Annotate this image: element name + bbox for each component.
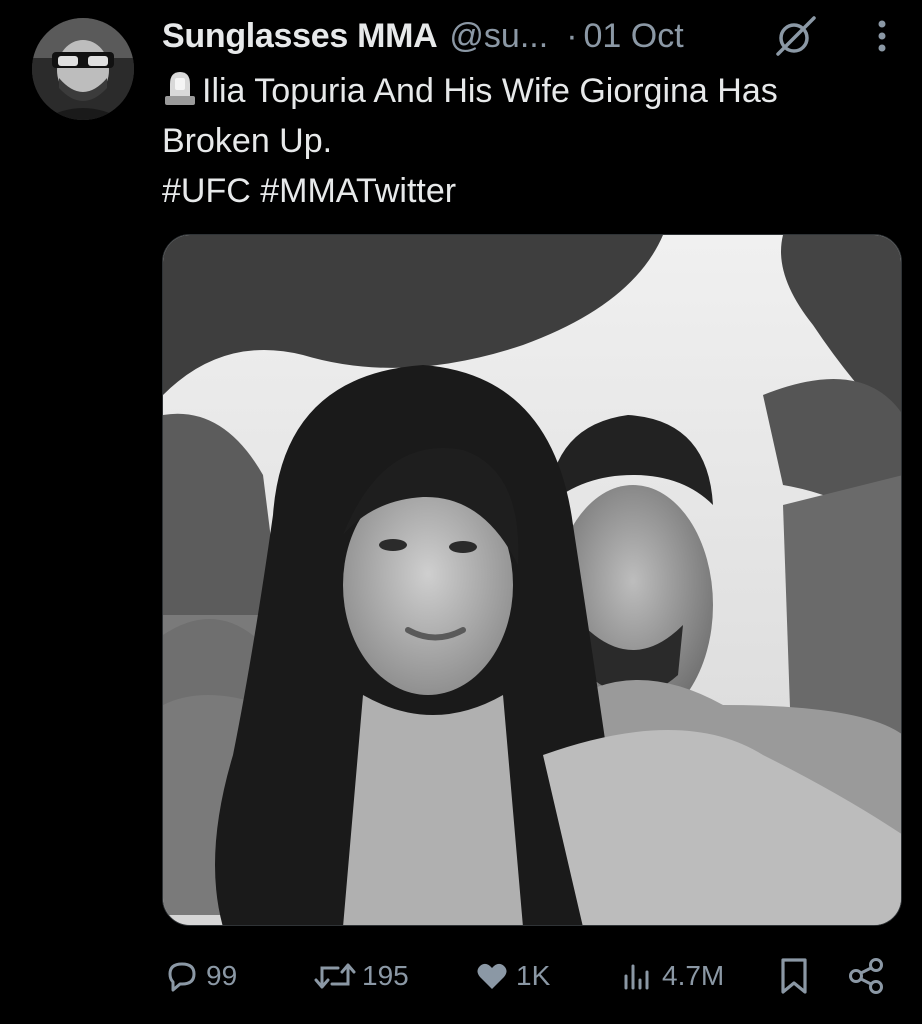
repost-icon [314, 963, 356, 989]
tweet-hashtags[interactable]: #UFC #MMATwitter [162, 166, 902, 216]
author-avatar[interactable] [32, 18, 134, 120]
share-button[interactable] [844, 950, 892, 1002]
reply-button[interactable]: 99 [162, 950, 237, 1002]
photo-couple-selfie [163, 235, 901, 925]
grok-icon[interactable] [774, 14, 818, 58]
tweet-card: Sunglasses MMA @su... · 01 Oct Ilia Topu… [0, 0, 922, 1024]
header-separator: · [566, 16, 578, 55]
tweet-date[interactable]: 01 Oct [584, 17, 684, 56]
author-display-name[interactable]: Sunglasses MMA [162, 17, 438, 56]
reply-count: 99 [206, 960, 238, 991]
more-options-icon[interactable] [862, 14, 902, 58]
tweet-header: Sunglasses MMA @su... · 01 Oct [162, 14, 684, 58]
views-chart-icon [624, 964, 649, 990]
repost-count: 195 [362, 960, 409, 991]
tweet-actions: 99 195 1K 4.7M [162, 950, 902, 1002]
heart-icon [477, 963, 507, 989]
views-count: 4.7M [662, 960, 725, 991]
author-handle[interactable]: @su... [449, 17, 548, 56]
tweet-photo[interactable] [162, 234, 902, 926]
bookmark-icon [781, 958, 807, 994]
avatar-image [32, 18, 134, 120]
reply-icon [168, 962, 196, 992]
tweet-text-main: Ilia Topuria And His Wife Giorgina Has [202, 72, 778, 110]
police-light-emoji-icon [162, 68, 198, 108]
repost-button[interactable]: 195 [312, 950, 409, 1002]
like-button[interactable]: 1K [472, 950, 550, 1002]
share-icon [849, 958, 883, 994]
views-button[interactable]: 4.7M [618, 950, 724, 1002]
bookmark-button[interactable] [774, 950, 818, 1002]
like-count: 1K [516, 960, 551, 991]
tweet-text-line-2: Broken Up. [162, 122, 333, 160]
tweet-text-line-1: Ilia Topuria And His Wife Giorgina Has [162, 66, 902, 116]
tweet-text: Ilia Topuria And His Wife Giorgina Has B… [162, 66, 902, 216]
